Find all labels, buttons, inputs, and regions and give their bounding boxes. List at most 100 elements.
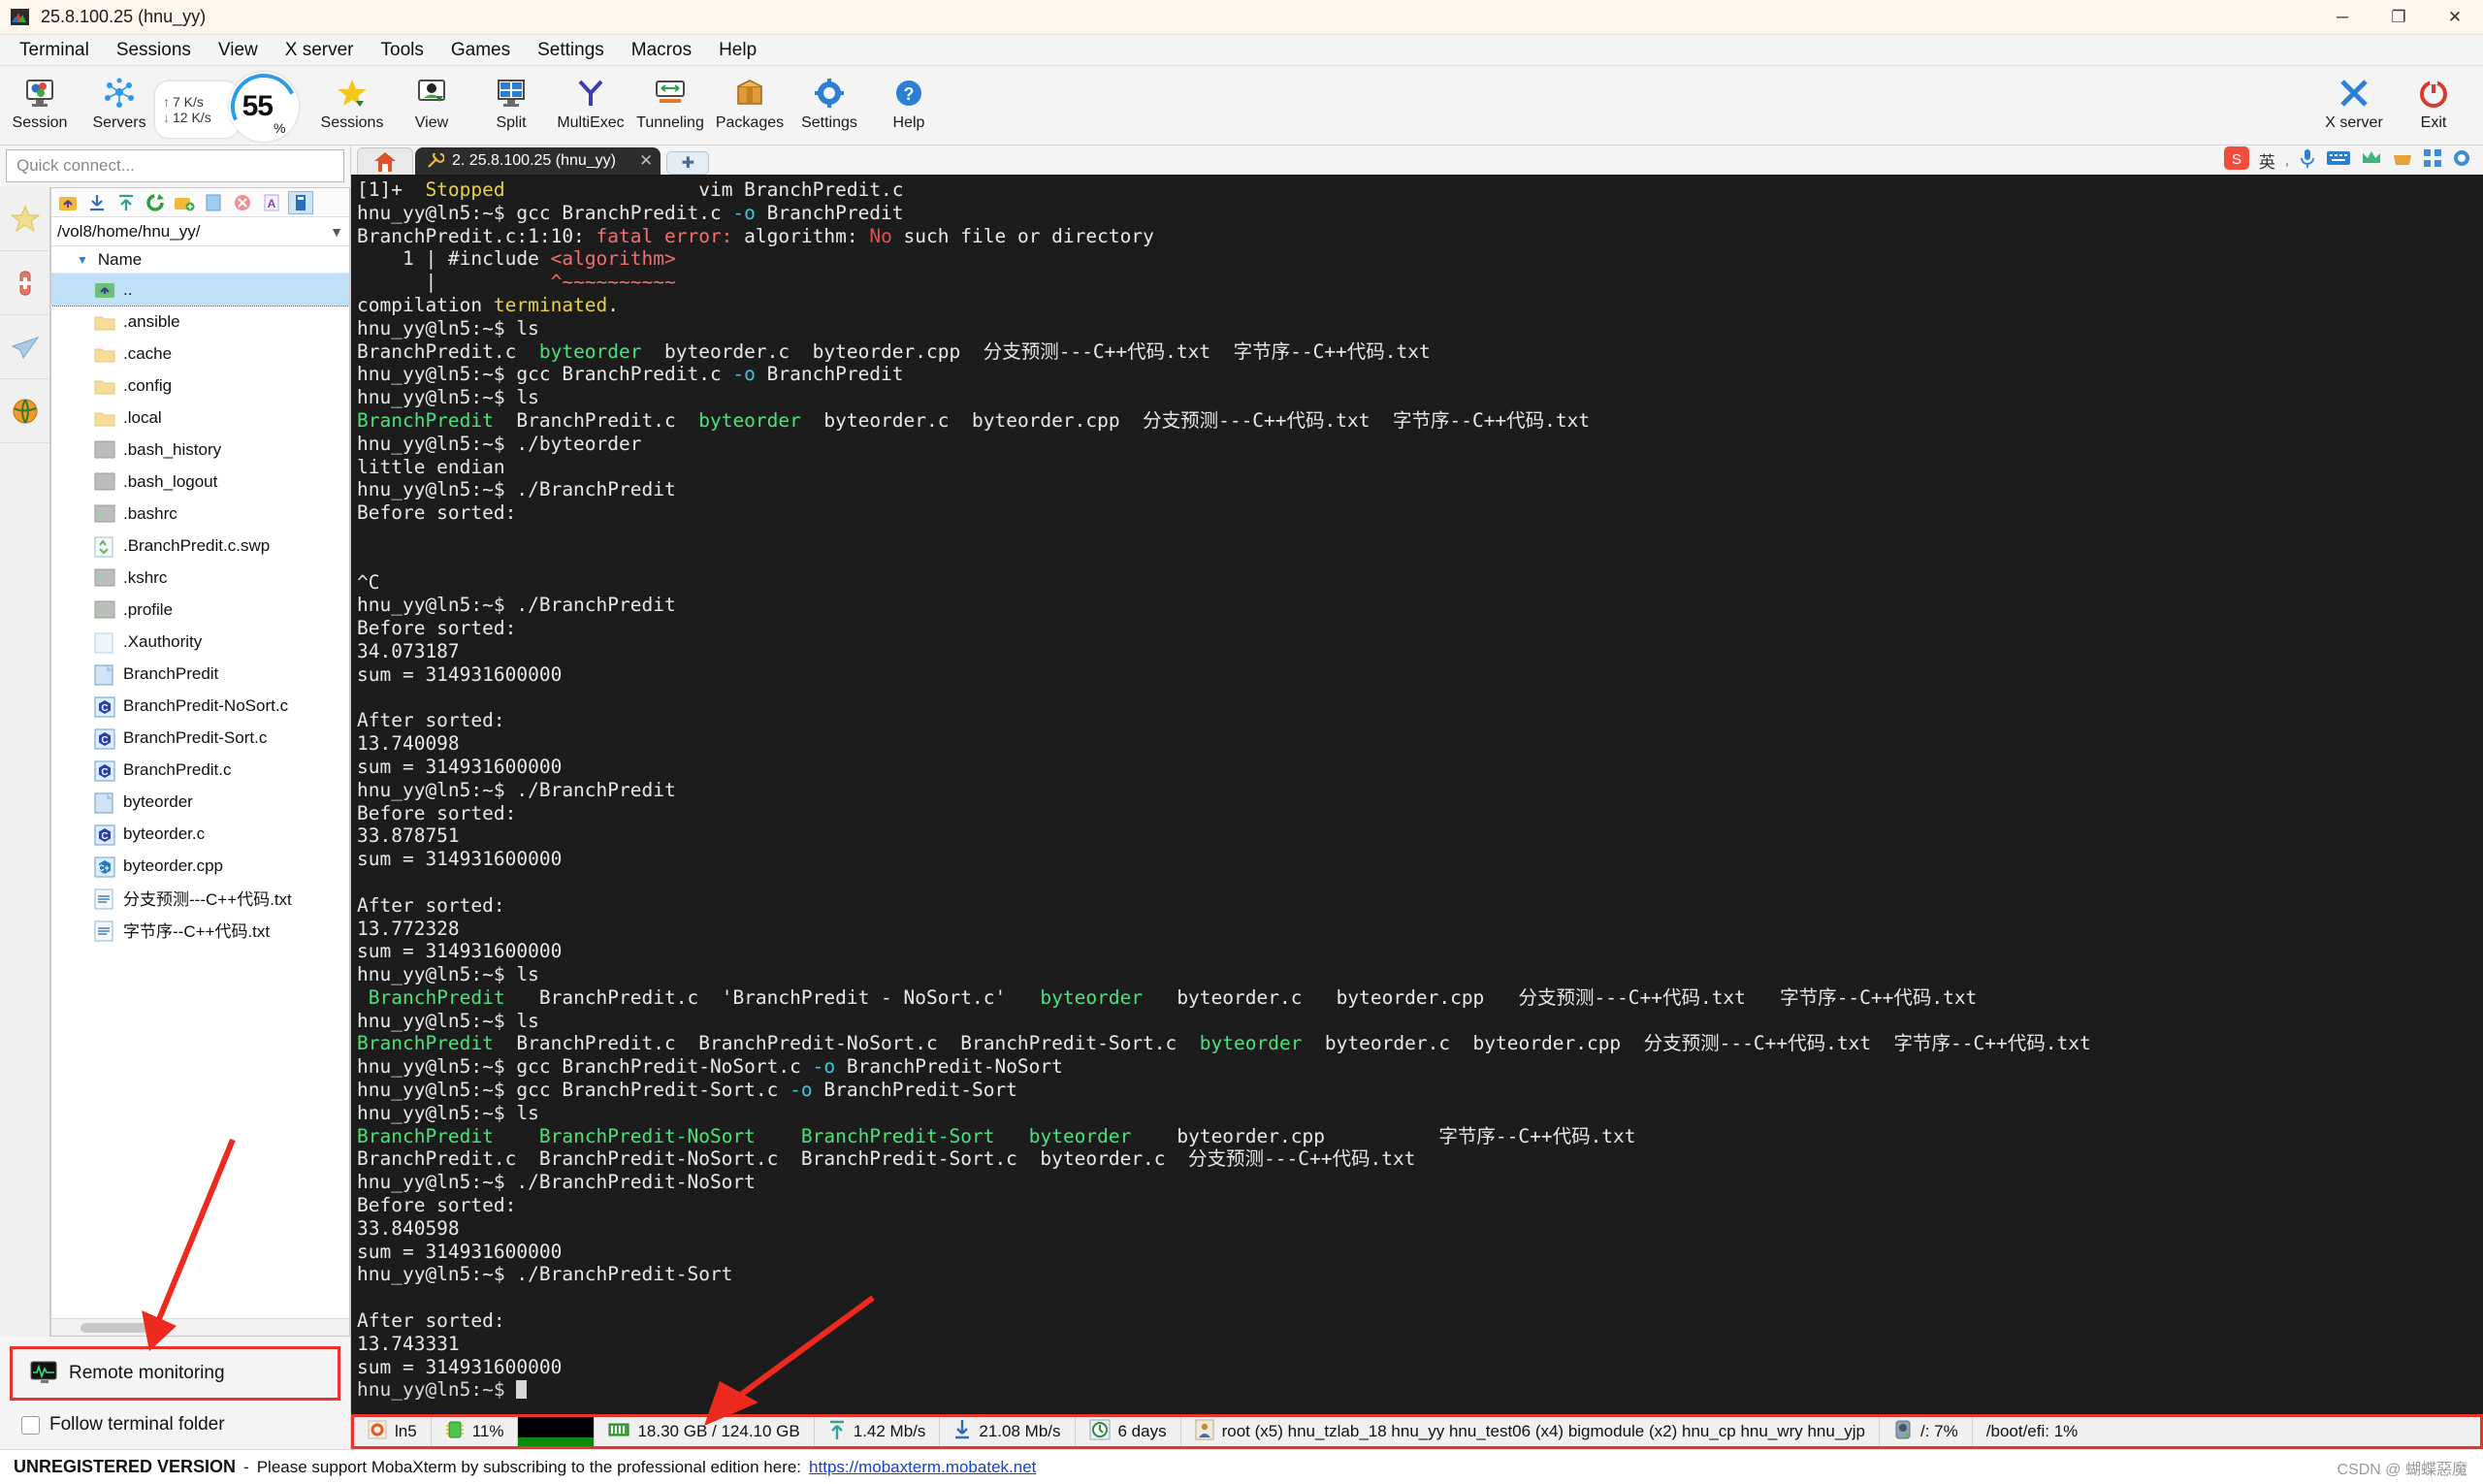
- tray-icons: S 英 ,: [2223, 146, 2483, 175]
- file-row[interactable]: C BranchPredit.c: [51, 754, 349, 786]
- terminal-span: BranchPredit: [755, 201, 904, 224]
- terminal-paste-icon[interactable]: [288, 190, 313, 214]
- file-row[interactable]: Cbyteorder.c: [51, 818, 349, 850]
- file-row[interactable]: >_ .bashrc: [51, 498, 349, 530]
- maximize-button[interactable]: ❐: [2370, 0, 2427, 35]
- file-row[interactable]: .cache: [51, 338, 349, 370]
- follow-terminal-folder-checkbox[interactable]: [21, 1415, 40, 1435]
- basket-icon[interactable]: [2392, 149, 2413, 172]
- file-row[interactable]: 字节序--C++代码.txt: [51, 914, 349, 946]
- file-row[interactable]: byteorder: [51, 786, 349, 818]
- file-row[interactable]: C BranchPredit-Sort.c: [51, 722, 349, 754]
- mic-icon[interactable]: [2299, 147, 2316, 174]
- path-bar[interactable]: /vol8/home/hnu_yy/ ▼: [51, 217, 349, 246]
- sogou-icon[interactable]: S: [2223, 146, 2249, 175]
- menu-terminal[interactable]: Terminal: [6, 36, 103, 65]
- file-row[interactable]: .BranchPredit.c.swp: [51, 530, 349, 562]
- add-tab-button[interactable]: ✚: [666, 151, 710, 175]
- file-row[interactable]: BranchPredit: [51, 658, 349, 690]
- status-item[interactable]: 18.30 GB / 124.10 GB: [595, 1417, 815, 1446]
- status-item[interactable]: /boot/efi: 1%: [1973, 1417, 2092, 1446]
- toolbar-button-exit[interactable]: Exit: [2394, 70, 2473, 132]
- new-folder-icon[interactable]: [172, 191, 197, 214]
- quick-connect-input[interactable]: Quick connect...: [6, 149, 344, 182]
- file-row[interactable]: >_ .profile: [51, 594, 349, 626]
- file-row[interactable]: .ansible: [51, 306, 349, 338]
- tab-home[interactable]: [357, 147, 413, 175]
- ime-punct-icon[interactable]: ,: [2285, 152, 2289, 169]
- menu-help[interactable]: Help: [705, 36, 770, 65]
- toolbar-button-packages[interactable]: Packages: [710, 70, 790, 132]
- toolbar-button-session[interactable]: Session: [0, 70, 80, 132]
- terminal-line: Before sorted:: [357, 501, 2483, 525]
- sidebar-item-globe[interactable]: [0, 379, 49, 443]
- toolbar-button-xserver[interactable]: X server: [2314, 70, 2394, 132]
- menu-x-server[interactable]: X server: [272, 36, 368, 65]
- terminal-output[interactable]: [1]+ Stopped vim BranchPredit.c hnu_yy@ln…: [351, 175, 2483, 1414]
- menu-games[interactable]: Games: [437, 36, 524, 65]
- sidebar-item-tools[interactable]: [0, 251, 49, 315]
- file-row[interactable]: >_ .kshrc: [51, 562, 349, 594]
- terminal-span: byteorder.c byteorder.cpp 分支预测---C++代码.t…: [1302, 1032, 2091, 1055]
- toolbar-button-settings[interactable]: Settings: [790, 70, 869, 132]
- gear-icon[interactable]: [2452, 148, 2471, 173]
- delete-icon[interactable]: [230, 191, 255, 214]
- ime-cn-icon[interactable]: 英: [2259, 148, 2275, 173]
- menu-macros[interactable]: Macros: [618, 36, 705, 65]
- toolbar-button-split[interactable]: Split: [471, 70, 551, 132]
- menu-settings[interactable]: Settings: [524, 36, 618, 65]
- file-row[interactable]: ..: [51, 274, 349, 306]
- file-column-header[interactable]: ▼ Name: [51, 246, 349, 274]
- mobaxterm-link[interactable]: https://mobaxterm.mobatek.net: [809, 1458, 1036, 1477]
- file-row[interactable]: >_ .bash_logout: [51, 466, 349, 498]
- status-item[interactable]: 11%: [432, 1417, 519, 1446]
- text-edit-icon[interactable]: A: [259, 191, 284, 214]
- toolbar-button-tunneling[interactable]: Tunneling: [630, 70, 710, 132]
- remote-monitoring-button[interactable]: Remote monitoring: [10, 1346, 340, 1401]
- menu-tools[interactable]: Tools: [368, 36, 437, 65]
- status-item[interactable]: 21.08 Mb/s: [940, 1417, 1076, 1446]
- toolbar-button-help[interactable]: ? Help: [869, 70, 949, 132]
- up-dir-icon[interactable]: [55, 191, 81, 214]
- grid-icon[interactable]: [2423, 148, 2442, 173]
- menu-sessions[interactable]: Sessions: [103, 36, 205, 65]
- status-item[interactable]: 1.42 Mb/s: [815, 1417, 941, 1446]
- new-file-icon[interactable]: [201, 191, 226, 214]
- refresh-icon[interactable]: [143, 191, 168, 214]
- sidebar-item-sessions[interactable]: [0, 187, 49, 251]
- minimize-button[interactable]: ─: [2314, 0, 2370, 35]
- terminal-span: 13.740098: [357, 732, 460, 756]
- sidebar-item-macros[interactable]: [0, 315, 49, 379]
- status-item[interactable]: ln5: [354, 1417, 432, 1446]
- status-item[interactable]: 6 days: [1076, 1417, 1181, 1446]
- status-item[interactable]: /: 7%: [1880, 1417, 1973, 1446]
- close-button[interactable]: ✕: [2427, 0, 2483, 35]
- keyboard-icon[interactable]: [2326, 149, 2351, 172]
- status-item[interactable]: root (x5) hnu_tzlab_18 hnu_yy hnu_test06…: [1181, 1417, 1881, 1446]
- view-icon: [415, 75, 448, 112]
- file-list[interactable]: .. .ansible .cache .config .local >_ .bash_his…: [51, 274, 349, 1318]
- toolbar-button-view[interactable]: View: [392, 70, 471, 132]
- horizontal-scrollbar[interactable]: [51, 1318, 349, 1336]
- file-row[interactable]: 分支预测---C++代码.txt: [51, 882, 349, 914]
- toolbar-button-multiexec[interactable]: MultiExec: [551, 70, 630, 132]
- file-row[interactable]: .Xauthority: [51, 626, 349, 658]
- file-row[interactable]: .local: [51, 402, 349, 434]
- file-row[interactable]: C BranchPredit-NoSort.c: [51, 690, 349, 722]
- file-row[interactable]: >_ .bash_history: [51, 434, 349, 466]
- follow-terminal-folder-row[interactable]: Follow terminal folder: [0, 1401, 350, 1449]
- toolbar-button-sessions[interactable]: Sessions: [312, 70, 392, 132]
- close-icon[interactable]: ✕: [639, 151, 653, 171]
- status-item[interactable]: [518, 1417, 596, 1446]
- scrollbar-thumb[interactable]: [81, 1323, 148, 1333]
- download-icon[interactable]: [84, 191, 110, 214]
- file-row[interactable]: .config: [51, 370, 349, 402]
- terminal-line: sum = 314931600000: [357, 848, 2483, 871]
- file-row[interactable]: C+ byteorder.cpp: [51, 850, 349, 882]
- menu-view[interactable]: View: [205, 36, 272, 65]
- toolbar-button-servers[interactable]: Servers: [80, 70, 159, 132]
- upload-icon[interactable]: [113, 191, 139, 214]
- tab-session[interactable]: 2. 25.8.100.25 (hnu_yy) ✕: [415, 147, 661, 175]
- chevron-down-icon[interactable]: ▼: [330, 224, 343, 240]
- crown-icon[interactable]: [2361, 149, 2382, 172]
